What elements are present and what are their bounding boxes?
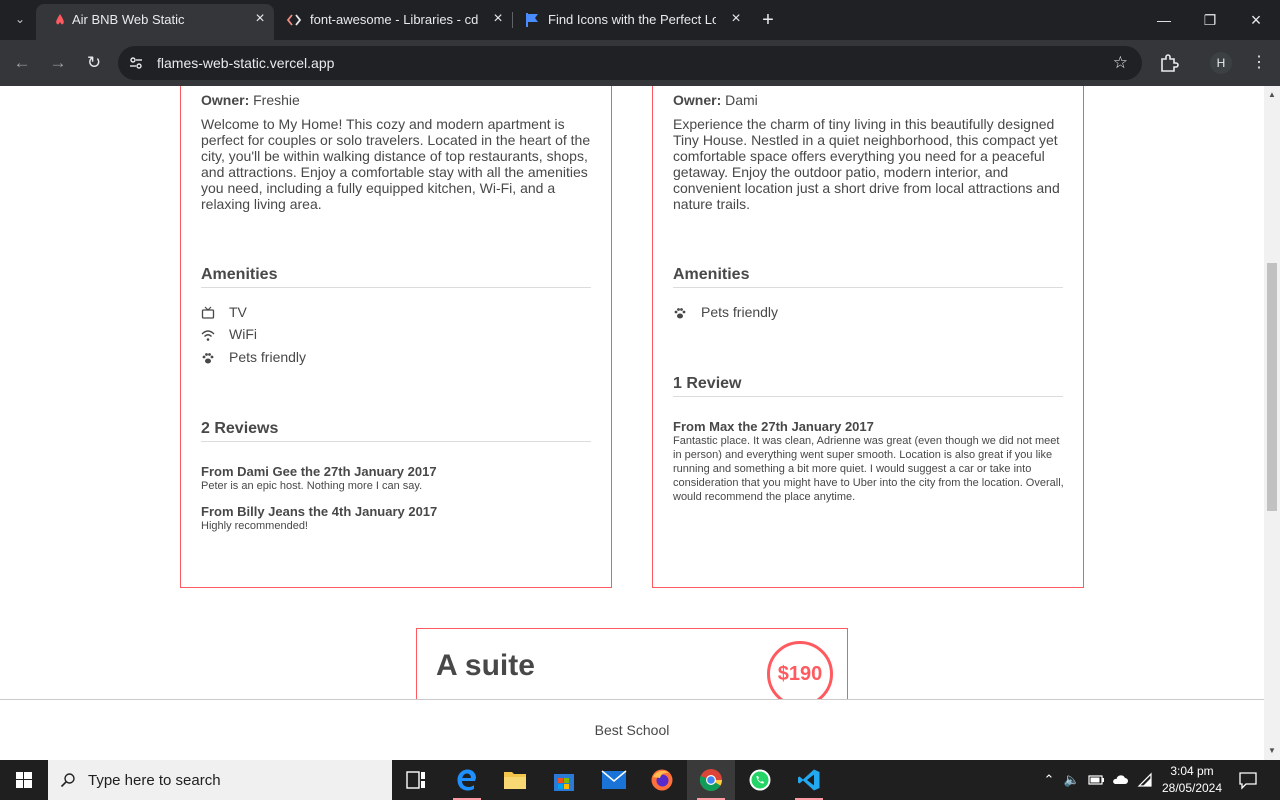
scrollbar-thumb[interactable] xyxy=(1267,263,1277,511)
system-clock[interactable]: 3:04 pm 28/05/2024 xyxy=(1156,763,1228,797)
wifi-icon xyxy=(201,330,215,341)
bookmark-star-icon[interactable]: ☆ xyxy=(1113,53,1128,73)
browser-toolbar: ← → ↻ flames-web-static.vercel.app ☆ ⋮ xyxy=(0,40,1280,86)
volume-icon[interactable]: 🔈 xyxy=(1063,771,1081,789)
battery-icon[interactable] xyxy=(1087,771,1105,789)
owner-line: Owner: Freshie xyxy=(201,92,300,108)
address-bar[interactable]: flames-web-static.vercel.app ☆ xyxy=(118,46,1142,80)
review-text: Fantastic place. It was clean, Adrienne … xyxy=(673,435,1064,503)
close-window-icon[interactable]: × xyxy=(1246,10,1266,30)
place-description: Experience the charm of tiny living in t… xyxy=(673,116,1060,212)
page-viewport: Owner: Freshie Welcome to My Home! This … xyxy=(0,86,1264,760)
tv-icon xyxy=(201,306,215,319)
amenity-label: TV xyxy=(229,304,247,320)
windows-start-icon[interactable] xyxy=(0,760,48,800)
mail-icon xyxy=(601,770,627,789)
tab-title: Air BNB Web Static xyxy=(72,12,185,27)
tab-search-chevron-icon[interactable]: ⌄ xyxy=(10,12,30,28)
reviews-title: 2 Reviews xyxy=(201,420,591,442)
notifications-icon[interactable] xyxy=(1238,770,1258,790)
whatsapp-app[interactable] xyxy=(736,760,784,800)
wifi-network-icon[interactable] xyxy=(1136,771,1154,789)
search-placeholder: Type here to search xyxy=(88,772,221,789)
place-card: Owner: Freshie Welcome to My Home! This … xyxy=(180,86,612,588)
firefox-icon xyxy=(651,769,673,791)
vscode-icon xyxy=(798,769,820,791)
whatsapp-icon xyxy=(749,769,771,791)
tab-airbnb[interactable]: Air BNB Web Static × xyxy=(36,4,274,40)
tab-find-icons[interactable]: Find Icons with the Perfect Look × xyxy=(512,0,750,40)
amenity-label: Pets friendly xyxy=(229,349,307,365)
amenities-title: Amenities xyxy=(673,266,1063,288)
forward-icon[interactable]: → xyxy=(48,53,68,73)
flag-favicon xyxy=(526,13,538,27)
chrome-icon xyxy=(699,769,722,791)
review-text: Highly recommended! xyxy=(201,520,308,532)
tab-title: font-awesome - Libraries - cdnjs xyxy=(310,12,478,27)
tab-title: Find Icons with the Perfect Look xyxy=(548,12,716,27)
airbnb-favicon xyxy=(56,14,64,25)
page-scrollbar[interactable]: ▲ ▼ xyxy=(1264,86,1280,760)
more-menu-icon[interactable]: ⋮ xyxy=(1248,52,1270,74)
scroll-up-arrow-icon[interactable]: ▲ xyxy=(1267,90,1277,100)
onedrive-cloud-icon[interactable] xyxy=(1111,771,1129,789)
back-icon[interactable]: ← xyxy=(12,53,32,73)
taskbar-search-box[interactable]: Type here to search xyxy=(48,760,392,800)
owner-name: Freshie xyxy=(253,92,300,108)
review-heading: From Dami Gee the 27th January 2017 xyxy=(201,464,437,479)
amenity-label: WiFi xyxy=(229,326,257,342)
edge-icon xyxy=(457,769,476,791)
file-explorer-app[interactable] xyxy=(491,760,539,800)
owner-label: Owner: xyxy=(201,92,250,108)
clock-date: 28/05/2024 xyxy=(1161,781,1223,795)
page-footer: Best School xyxy=(0,699,1264,760)
tab-font-awesome[interactable]: font-awesome - Libraries - cdnjs × xyxy=(274,0,512,40)
reload-icon[interactable]: ↻ xyxy=(84,53,104,73)
profile-avatar[interactable]: H xyxy=(1210,52,1232,74)
paw-icon xyxy=(202,353,214,364)
windows-taskbar: Type here to search ⌃ 🔈 3:04 pm 28/05/20… xyxy=(0,760,1280,800)
reviews-title: 1 Review xyxy=(673,375,1063,397)
owner-line: Owner: Dami xyxy=(673,92,758,108)
url-text: flames-web-static.vercel.app xyxy=(157,55,335,71)
firefox-app[interactable] xyxy=(638,760,686,800)
store-app[interactable] xyxy=(540,760,588,800)
vscode-app[interactable] xyxy=(785,760,833,800)
extensions-icon[interactable] xyxy=(1158,52,1180,74)
site-info-icon[interactable] xyxy=(128,55,144,71)
review-text: Peter is an epic host. Nothing more I ca… xyxy=(201,480,423,492)
footer-text: Best School xyxy=(594,722,670,738)
clock-time: 3:04 pm xyxy=(1170,764,1214,778)
close-tab-icon[interactable]: × xyxy=(728,11,744,27)
price-badge: $190 xyxy=(767,641,833,707)
review-heading: From Billy Jeans the 4th January 2017 xyxy=(201,504,438,519)
close-tab-icon[interactable]: × xyxy=(490,11,506,27)
place-card: Owner: Dami Experience the charm of tiny… xyxy=(652,86,1084,588)
search-icon xyxy=(60,773,75,788)
browser-tab-bar: ⌄ Air BNB Web Static × font-awesome - Li… xyxy=(0,0,1280,40)
task-view-icon[interactable] xyxy=(392,760,440,800)
owner-name: Dami xyxy=(725,92,758,108)
store-bag-icon xyxy=(554,774,574,791)
place-title: A suite xyxy=(436,649,535,682)
code-brackets-icon xyxy=(286,14,302,26)
folder-icon xyxy=(504,772,526,789)
show-hidden-icons-chevron-icon[interactable]: ⌃ xyxy=(1040,771,1058,789)
mail-app[interactable] xyxy=(589,760,637,800)
chrome-app[interactable] xyxy=(687,760,735,800)
paw-icon xyxy=(674,308,686,319)
owner-label: Owner: xyxy=(673,92,722,108)
amenity-label: Pets friendly xyxy=(701,304,779,320)
edge-app[interactable] xyxy=(443,760,491,800)
close-tab-icon[interactable]: × xyxy=(252,11,268,27)
minimize-icon[interactable]: — xyxy=(1154,10,1174,30)
new-tab-icon[interactable]: + xyxy=(758,10,778,30)
amenities-title: Amenities xyxy=(201,266,591,288)
review-heading: From Max the 27th January 2017 xyxy=(673,419,874,434)
place-description: Welcome to My Home! This cozy and modern… xyxy=(201,116,591,212)
restore-icon[interactable]: ❐ xyxy=(1200,10,1220,30)
scroll-down-arrow-icon[interactable]: ▼ xyxy=(1267,746,1277,756)
